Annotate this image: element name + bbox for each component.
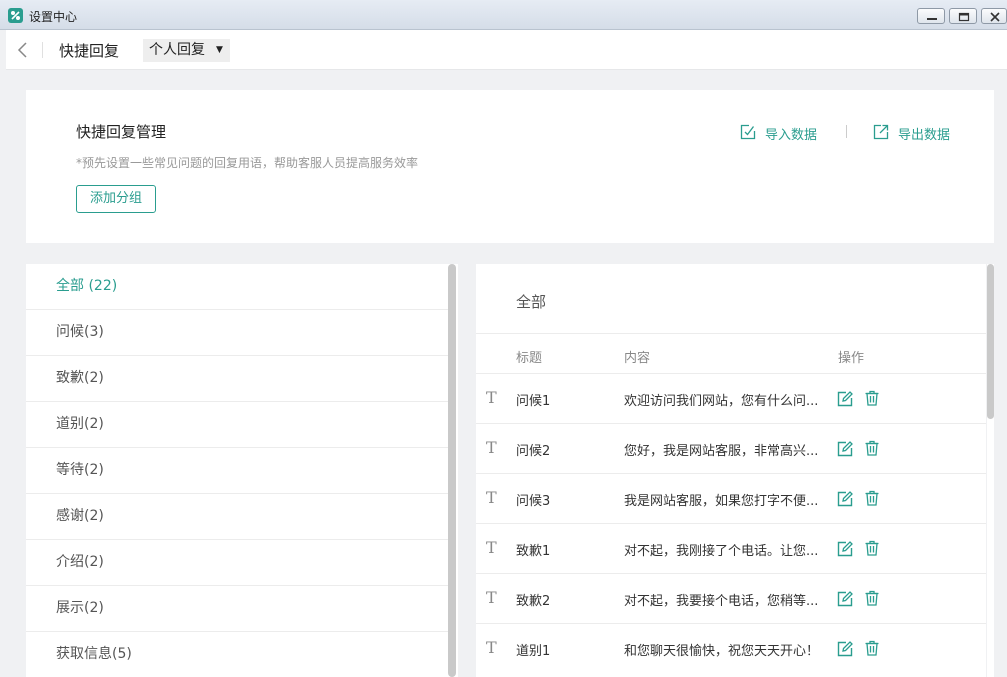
group-item-introduction[interactable]: 介绍(2): [26, 540, 448, 586]
import-data-link[interactable]: 导入数据: [740, 124, 830, 143]
row-title: 问候3: [516, 494, 551, 509]
window-titlebar: 设置中心: [0, 0, 1007, 30]
delete-icon[interactable]: [865, 390, 879, 406]
table-row: T 问候2 您好，我是网站客服，非常高兴...: [476, 424, 986, 474]
column-header-content: 内容: [624, 351, 651, 366]
page-title: 快捷回复: [59, 42, 120, 60]
edit-icon[interactable]: [837, 391, 853, 407]
group-list-scrollbar[interactable]: [448, 264, 456, 677]
group-item-thanks[interactable]: 感谢(2): [26, 494, 448, 540]
table-row: T 问候3 我是网站客服，如果您打字不便...: [476, 474, 986, 524]
export-icon: [873, 124, 889, 140]
reply-scope-select[interactable]: 个人回复 ▼: [143, 39, 230, 62]
row-content: 对不起，我要接个电话，您稍等...: [624, 594, 819, 609]
window-title: 设置中心: [29, 10, 78, 24]
edit-icon[interactable]: [837, 491, 853, 507]
delete-icon[interactable]: [865, 640, 879, 656]
caret-down-icon: ▼: [216, 45, 223, 55]
page-header: 快捷回复 个人回复 ▼: [6, 30, 1007, 70]
row-content: 欢迎访问我们网站，您有什么问...: [624, 394, 819, 409]
group-item-all[interactable]: 全部 (22): [26, 264, 448, 310]
column-header-title: 标题: [516, 351, 543, 366]
export-data-label: 导出数据: [898, 128, 951, 143]
scrollbar-thumb[interactable]: [448, 264, 456, 677]
reply-table-panel: 全部 标题 内容 操作 T 问候1 欢迎访问我们网站，您有什么问... T 问候…: [476, 264, 986, 677]
text-type-icon: T: [486, 438, 497, 457]
table-row: T 致歉2 对不起，我要接个电话，您稍等...: [476, 574, 986, 624]
table-row: T 致歉1 对不起，我刚接了个电话。让您...: [476, 524, 986, 574]
group-item-farewell[interactable]: 道别(2): [26, 402, 448, 448]
chevron-left-icon[interactable]: [16, 42, 30, 58]
text-type-icon: T: [486, 538, 497, 557]
edit-icon[interactable]: [837, 641, 853, 657]
app-logo-icon: [8, 8, 23, 23]
reply-table-title: 全部: [516, 293, 547, 311]
manage-description: *预先设置一些常见问题的回复用语，帮助客服人员提高服务效率: [76, 156, 419, 170]
maximize-button[interactable]: [949, 8, 977, 24]
edit-icon[interactable]: [837, 591, 853, 607]
group-item-get-info[interactable]: 获取信息(5): [26, 632, 448, 677]
add-group-button[interactable]: 添加分组: [76, 185, 156, 213]
table-row: T 问候1 欢迎访问我们网站，您有什么问...: [476, 374, 986, 424]
header-divider: [42, 42, 43, 58]
row-title: 道别1: [516, 644, 551, 659]
close-button[interactable]: [981, 8, 1007, 24]
export-data-link[interactable]: 导出数据: [873, 124, 963, 143]
scrollbar-thumb[interactable]: [987, 264, 994, 419]
row-title: 致歉2: [516, 594, 551, 609]
group-item-waiting[interactable]: 等待(2): [26, 448, 448, 494]
import-icon: [740, 124, 756, 140]
reply-scope-value: 个人回复: [149, 42, 205, 58]
row-title: 问候2: [516, 444, 551, 459]
edit-icon[interactable]: [837, 541, 853, 557]
link-separator: [846, 125, 847, 138]
minimize-button[interactable]: [917, 8, 945, 24]
edit-icon[interactable]: [837, 441, 853, 457]
column-header-actions: 操作: [838, 351, 865, 366]
divider: [476, 333, 986, 334]
row-content: 您好，我是网站客服，非常高兴...: [624, 444, 819, 459]
delete-icon[interactable]: [865, 490, 879, 506]
quick-reply-manage-panel: 快捷回复管理 *预先设置一些常见问题的回复用语，帮助客服人员提高服务效率 添加分…: [26, 90, 994, 243]
row-content: 和您聊天很愉快，祝您天天开心！: [624, 644, 820, 659]
text-type-icon: T: [486, 388, 497, 407]
delete-icon[interactable]: [865, 540, 879, 556]
group-list: 全部 (22) 问候(3) 致歉(2) 道别(2) 等待(2) 感谢(2) 介绍…: [26, 264, 458, 677]
text-type-icon: T: [486, 588, 497, 607]
row-content: 我是网站客服，如果您打字不便...: [624, 494, 819, 509]
table-row: T 道别1 和您聊天很愉快，祝您天天开心！: [476, 624, 986, 674]
delete-icon[interactable]: [865, 440, 879, 456]
text-type-icon: T: [486, 638, 497, 657]
row-title: 问候1: [516, 394, 551, 409]
row-title: 致歉1: [516, 544, 551, 559]
import-data-label: 导入数据: [765, 128, 818, 143]
group-item-showcase[interactable]: 展示(2): [26, 586, 448, 632]
reply-table-scrollbar[interactable]: [987, 264, 994, 677]
group-item-greeting[interactable]: 问候(3): [26, 310, 448, 356]
delete-icon[interactable]: [865, 590, 879, 606]
manage-title: 快捷回复管理: [76, 123, 167, 141]
row-content: 对不起，我刚接了个电话。让您...: [624, 544, 819, 559]
text-type-icon: T: [486, 488, 497, 507]
group-item-apology[interactable]: 致歉(2): [26, 356, 448, 402]
